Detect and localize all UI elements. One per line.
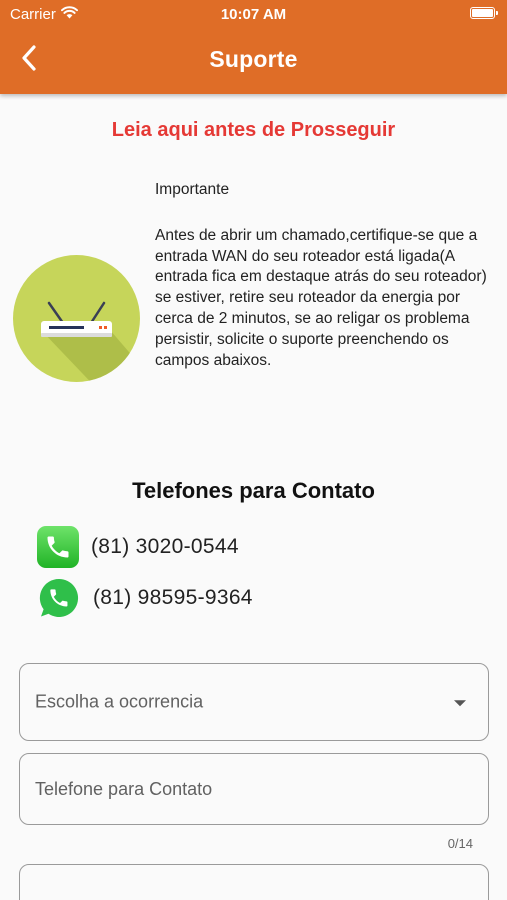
occurrence-select-placeholder: Escolha a ocorrencia <box>35 691 204 712</box>
battery-icon <box>470 7 498 19</box>
whatsapp-icon <box>37 576 81 620</box>
phone-icon <box>37 526 79 568</box>
notice-body: Antes de abrir um chamado,certifique-se … <box>155 226 487 369</box>
character-counter: 0/14 <box>447 836 473 851</box>
contact-phone-input[interactable] <box>20 754 488 824</box>
notice-heading: Importante <box>155 181 230 198</box>
notice-text: Importante Antes de abrir um chamado,cer… <box>155 180 490 371</box>
contact-phone-row[interactable]: (81) 3020-0544 <box>37 526 239 568</box>
occurrence-select[interactable]: Escolha a ocorrencia <box>19 663 489 741</box>
notice-title: Leia aqui antes de Prosseguir <box>111 119 396 141</box>
next-form-field[interactable] <box>19 864 489 900</box>
contacts-title: Telefones para Contato <box>132 478 375 503</box>
router-icon <box>13 255 140 382</box>
contact-whatsapp-number: (81) 98595-9364 <box>93 586 253 609</box>
status-bar: Carrier 10:07 AM <box>0 0 507 28</box>
dropdown-arrow-icon <box>454 700 466 707</box>
contact-whatsapp-row[interactable]: (81) 98595-9364 <box>37 576 253 620</box>
app-bar: Carrier 10:07 AM Suporte <box>0 0 507 94</box>
contact-phone-number: (81) 3020-0544 <box>91 535 239 558</box>
status-time: 10:07 AM <box>220 6 287 23</box>
contact-phone-field-container <box>19 753 489 825</box>
page-title: Suporte <box>209 46 298 72</box>
